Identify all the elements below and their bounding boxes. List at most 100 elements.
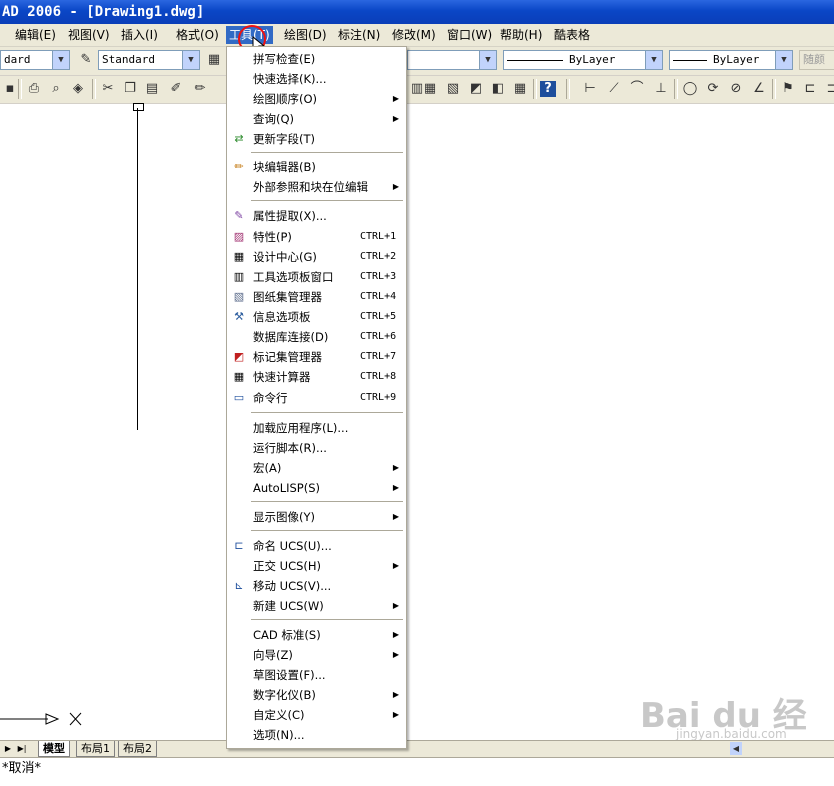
menu-format[interactable]: 格式(O) xyxy=(173,26,222,44)
tab-last-icon[interactable]: ▶| xyxy=(16,742,28,755)
linetype-select[interactable]: ByLayer ▼ xyxy=(669,50,793,70)
menu-item-db-connect[interactable]: 数据库连接(D) CTRL+6 xyxy=(227,327,406,347)
menu-item-tablet[interactable]: 数字化仪(B) ▶ xyxy=(227,685,406,705)
menu-item-sheet-set-manager[interactable]: ▧ 图纸集管理器 CTRL+4 xyxy=(227,287,406,307)
cut-icon[interactable]: ✂ xyxy=(98,79,118,99)
help-icon[interactable]: ? xyxy=(540,81,556,97)
menu-item-info-palette[interactable]: ⚒ 信息选项板 CTRL+5 xyxy=(227,307,406,327)
match-properties-icon[interactable]: ✐ xyxy=(166,79,186,99)
menu-item-options[interactable]: 选项(N)... xyxy=(227,725,406,745)
menu-item-properties[interactable]: ▨ 特性(P) CTRL+1 xyxy=(227,227,406,247)
menu-item-update-fields[interactable]: ⇄ 更新字段(T) xyxy=(227,129,406,149)
menu-item-named-ucs[interactable]: ⊏ 命名 UCS(U)... xyxy=(227,536,406,556)
menu-item-display-image[interactable]: 显示图像(Y) ▶ xyxy=(227,507,406,527)
menu-item-load-application[interactable]: 加载应用程序(L)... xyxy=(227,418,406,438)
styles-toolbar: dard ▼ ✎ Standard ▼ ▦ ▼ ByLayer ▼ ByLaye… xyxy=(0,47,834,76)
lineweight-select[interactable]: 随颜 xyxy=(799,50,834,70)
menu-item-draw-order[interactable]: 绘图顺序(O) ▶ xyxy=(227,89,406,109)
tool-palettes-icon[interactable]: ▦ xyxy=(420,79,440,99)
dim-style-select[interactable]: Standard ▼ xyxy=(98,50,200,70)
menu-item-xref-in-place-edit[interactable]: 外部参照和块在位编辑 ▶ xyxy=(227,177,406,197)
menu-item-tool-palettes[interactable]: ▥ 工具选项板窗口 CTRL+3 xyxy=(227,267,406,287)
quick-dimension-icon[interactable]: ⚑ xyxy=(778,79,798,99)
menu-item-run-script[interactable]: 运行脚本(R)... xyxy=(227,438,406,458)
markup-set-icon[interactable]: ◧ xyxy=(488,79,508,99)
print-icon[interactable]: ⎙ xyxy=(24,79,44,99)
properties-icon: ▨ xyxy=(233,230,245,243)
text-style-select[interactable]: dard ▼ xyxy=(0,50,70,70)
linear-dimension-icon[interactable]: ⊢ xyxy=(580,79,600,99)
publish-icon[interactable]: ◈ xyxy=(68,79,88,99)
radius-icon[interactable]: ◯ xyxy=(680,79,700,99)
markup-icon[interactable]: ◩ xyxy=(466,79,486,99)
ordinate-icon[interactable]: ⊥ xyxy=(651,79,671,99)
tools-menu-dropdown: 拼写检查(E) 快速选择(K)... 绘图顺序(O) ▶ 查询(Q) ▶ ⇄ 更新字段… xyxy=(226,46,407,749)
menu-item-inquiry[interactable]: 查询(Q) ▶ xyxy=(227,109,406,129)
menu-item-new-ucs[interactable]: 新建 UCS(W) ▶ xyxy=(227,596,406,616)
tab-next-icon[interactable]: ▶ xyxy=(2,742,14,755)
scroll-left-icon[interactable]: ◀ xyxy=(730,742,742,755)
color-select[interactable]: ByLayer ▼ xyxy=(503,50,663,70)
sheet-set-icon[interactable]: ▧ xyxy=(443,79,463,99)
grip-marker[interactable] xyxy=(133,103,144,111)
tab-model[interactable]: 模型 xyxy=(38,741,70,757)
drawn-line[interactable] xyxy=(137,108,138,430)
menu-item-macro[interactable]: 宏(A) ▶ xyxy=(227,458,406,478)
tab-layout1[interactable]: 布局1 xyxy=(76,741,115,757)
menu-item-attribute-extraction[interactable]: ✎ 属性提取(X)... xyxy=(227,206,406,226)
submenu-arrow-icon: ▶ xyxy=(392,561,399,570)
menu-draw[interactable]: 绘图(D) xyxy=(281,26,330,44)
drawing-canvas[interactable] xyxy=(0,104,834,740)
aligned-dimension-icon[interactable]: ⟋ xyxy=(604,79,624,99)
menu-item-markup-set-manager[interactable]: ◩ 标记集管理器 CTRL+7 xyxy=(227,347,406,367)
paste-icon[interactable]: ▤ xyxy=(142,79,162,99)
copy-icon[interactable]: ❐ xyxy=(120,79,140,99)
menu-item-spell-check[interactable]: 拼写检查(E) xyxy=(227,49,406,69)
menu-item-cad-standards[interactable]: CAD 标准(S) ▶ xyxy=(227,625,406,645)
menu-item-block-editor[interactable]: ✏ 块编辑器(B) xyxy=(227,157,406,177)
menu-item-drafting-settings[interactable]: 草图设置(F)... xyxy=(227,665,406,685)
submenu-arrow-icon: ▶ xyxy=(392,710,399,719)
angular-icon[interactable]: ∠ xyxy=(749,79,769,99)
jogged-icon[interactable]: ⟳ xyxy=(703,79,723,99)
sheet-set-icon: ▧ xyxy=(233,290,245,303)
menu-separator xyxy=(251,501,403,502)
toolbar-separator xyxy=(566,79,570,99)
save-icon[interactable]: ▪ xyxy=(0,79,20,99)
menu-item-autolisp[interactable]: AutoLISP(S) ▶ xyxy=(227,478,406,498)
menu-insert[interactable]: 插入(I) xyxy=(118,26,161,44)
toolbar-separator xyxy=(772,79,776,99)
diameter-icon[interactable]: ⊘ xyxy=(726,79,746,99)
attribute-extraction-icon: ✎ xyxy=(234,209,244,222)
menu-view[interactable]: 视图(V) xyxy=(65,26,113,44)
tab-layout2[interactable]: 布局2 xyxy=(118,741,157,757)
menu-modify[interactable]: 修改(M) xyxy=(389,26,439,44)
layout-tabs-bar: ▶ ▶| 模型 布局1 布局2 ◀ xyxy=(0,740,834,757)
menu-item-wizards[interactable]: 向导(Z) ▶ xyxy=(227,645,406,665)
move-ucs-icon: ⊾ xyxy=(234,579,244,592)
command-line[interactable]: *取消* xyxy=(0,757,834,782)
arc-length-icon[interactable]: ⌒ xyxy=(627,79,647,99)
dimension-style-icon[interactable]: ✎ xyxy=(76,50,96,70)
menu-window[interactable]: 窗口(W) xyxy=(444,26,495,44)
menu-item-quick-select[interactable]: 快速选择(K)... xyxy=(227,69,406,89)
menu-edit[interactable]: 编辑(E) xyxy=(12,26,59,44)
baseline-icon[interactable]: ⊏ xyxy=(800,79,820,99)
menu-kubiaoge[interactable]: 酷表格 xyxy=(551,26,593,44)
table-style-icon[interactable]: ▦ xyxy=(204,50,224,70)
print-preview-icon[interactable]: ⌕ xyxy=(46,79,66,99)
menu-item-orthographic-ucs[interactable]: 正交 UCS(H) ▶ xyxy=(227,556,406,576)
command-line-icon: ▭ xyxy=(233,391,245,404)
menu-item-move-ucs[interactable]: ⊾ 移动 UCS(V)... xyxy=(227,576,406,596)
menu-item-quick-calc[interactable]: ▦ 快速计算器 CTRL+8 xyxy=(227,367,406,387)
layer-select[interactable]: ▼ xyxy=(407,50,497,70)
menu-help[interactable]: 帮助(H) xyxy=(497,26,545,44)
continue-icon[interactable]: ⊐ xyxy=(822,79,834,99)
menu-item-command-line[interactable]: ▭ 命令行 CTRL+9 xyxy=(227,388,406,408)
submenu-arrow-icon: ▶ xyxy=(392,463,399,472)
block-editor-icon[interactable]: ✏ xyxy=(190,79,210,99)
calculator-icon[interactable]: ▦ xyxy=(510,79,530,99)
menu-item-design-center[interactable]: ▦ 设计中心(G) CTRL+2 xyxy=(227,247,406,267)
menu-dimension[interactable]: 标注(N) xyxy=(335,26,383,44)
menu-item-customize[interactable]: 自定义(C) ▶ xyxy=(227,705,406,725)
